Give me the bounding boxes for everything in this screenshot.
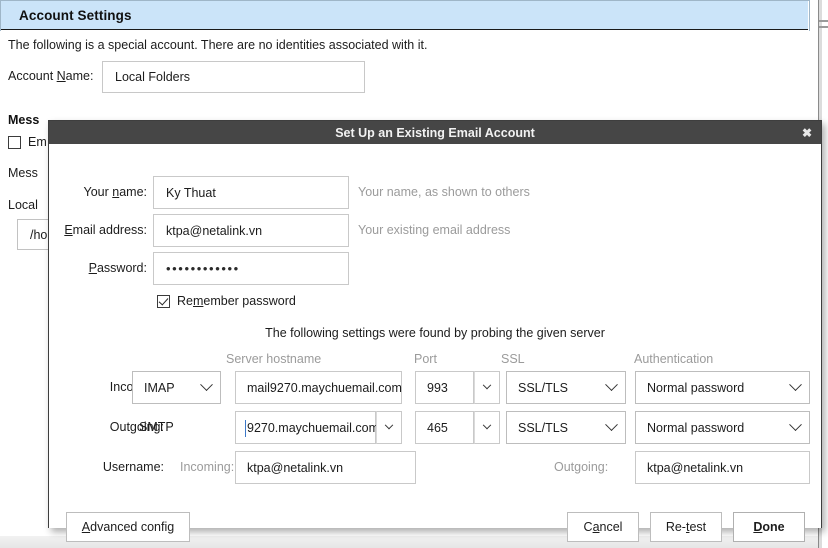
- chevron-down-icon: [605, 418, 618, 432]
- advanced-config-button[interactable]: Advanced config: [66, 512, 190, 542]
- column-header-ssl: SSL: [501, 352, 525, 366]
- dialog-body: Your name: Ky Thuat Your name, as shown …: [49, 144, 821, 542]
- outgoing-port-stepper[interactable]: [474, 411, 500, 444]
- dialog-title: Set Up an Existing Email Account: [335, 125, 535, 140]
- your-name-input[interactable]: Ky Thuat: [153, 176, 349, 209]
- email-address-label: Email address:: [64, 223, 147, 237]
- chevron-down-icon: [789, 418, 802, 432]
- pane-border-right: [809, 0, 810, 31]
- username-incoming-input[interactable]: ktpa@netalink.vn: [235, 451, 416, 484]
- splitter-grip-icon: [819, 26, 828, 28]
- password-input[interactable]: ••••••••••••: [153, 252, 349, 285]
- splitter-grip-icon: [819, 20, 828, 22]
- username-outgoing-input[interactable]: ktpa@netalink.vn: [635, 451, 810, 484]
- account-description: The following is a special account. Ther…: [8, 38, 428, 52]
- username-incoming-label: Incoming:: [180, 460, 235, 474]
- message-store-heading: Mess: [8, 113, 40, 127]
- incoming-ssl-select[interactable]: SSL/TLS: [506, 371, 626, 404]
- outgoing-hostname-value: 9270.maychuemail.com: [247, 420, 380, 435]
- empty-trash-label: Em: [28, 135, 47, 149]
- outgoing-ssl-select[interactable]: SSL/TLS: [506, 411, 626, 444]
- email-account-setup-dialog: Set Up an Existing Email Account ✖ Your …: [48, 120, 822, 542]
- account-settings-header: Account Settings: [1, 1, 808, 30]
- empty-trash-checkbox-row[interactable]: Em: [8, 135, 47, 149]
- chevron-down-icon: [384, 420, 394, 429]
- account-name-input[interactable]: Local Folders: [102, 61, 365, 93]
- outgoing-hostname-input[interactable]: 9270.maychuemail.com: [235, 411, 380, 444]
- incoming-ssl-value: SSL/TLS: [518, 380, 569, 395]
- outgoing-auth-select[interactable]: Normal password: [635, 411, 810, 444]
- column-header-hostname: Server hostname: [226, 352, 322, 366]
- page-title: Account Settings: [19, 7, 132, 23]
- incoming-auth-value: Normal password: [647, 380, 745, 395]
- done-button[interactable]: Done: [733, 512, 805, 542]
- outgoing-protocol-value: SMTP: [139, 420, 174, 434]
- outgoing-port-input[interactable]: 465: [415, 411, 474, 444]
- remember-password-checkbox[interactable]: [157, 294, 170, 308]
- account-name-label: Account Name:: [8, 69, 94, 83]
- column-header-port: Port: [414, 352, 437, 366]
- empty-trash-checkbox[interactable]: [8, 135, 21, 149]
- outgoing-ssl-value: SSL/TLS: [518, 420, 569, 435]
- incoming-protocol-value: IMAP: [144, 380, 175, 395]
- email-address-hint: Your existing email address: [358, 223, 511, 237]
- message-store-type-label: Mess: [8, 166, 38, 180]
- remember-password-row[interactable]: Remember password: [157, 294, 296, 308]
- outgoing-auth-value: Normal password: [647, 420, 745, 435]
- retest-button[interactable]: Re-t est: [650, 512, 722, 542]
- incoming-port-stepper[interactable]: [474, 371, 500, 404]
- chevron-down-icon: [789, 378, 802, 392]
- column-header-authentication: Authentication: [634, 352, 714, 366]
- password-label: Password:: [88, 261, 147, 275]
- incoming-hostname-input[interactable]: mail9270.maychuemail.com: [235, 371, 402, 404]
- probe-result-message: The following settings were found by pro…: [265, 326, 605, 340]
- close-icon[interactable]: ✖: [802, 127, 812, 139]
- incoming-port-input[interactable]: 993: [415, 371, 474, 404]
- cancel-button[interactable]: Ca ncel: [567, 512, 639, 542]
- dialog-titlebar: Set Up an Existing Email Account ✖: [49, 121, 821, 144]
- your-name-hint: Your name, as shown to others: [358, 185, 530, 199]
- your-name-label: Your name:: [83, 185, 147, 199]
- email-address-input[interactable]: ktpa@netalink.vn: [153, 214, 349, 247]
- chevron-down-icon: [605, 378, 618, 392]
- username-outgoing-label: Outgoing:: [554, 460, 609, 474]
- local-directory-label: Local: [8, 198, 38, 212]
- incoming-protocol-select[interactable]: IMAP: [132, 371, 221, 404]
- chevron-down-icon: [200, 378, 213, 392]
- username-row-label: Username:: [102, 460, 164, 474]
- incoming-auth-select[interactable]: Normal password: [635, 371, 810, 404]
- chevron-down-icon: [482, 380, 492, 389]
- text-cursor: [245, 420, 246, 437]
- chevron-down-icon: [482, 420, 492, 429]
- remember-password-label: Remember password: [177, 294, 296, 308]
- outgoing-hostname-dropdown-button[interactable]: [376, 411, 402, 444]
